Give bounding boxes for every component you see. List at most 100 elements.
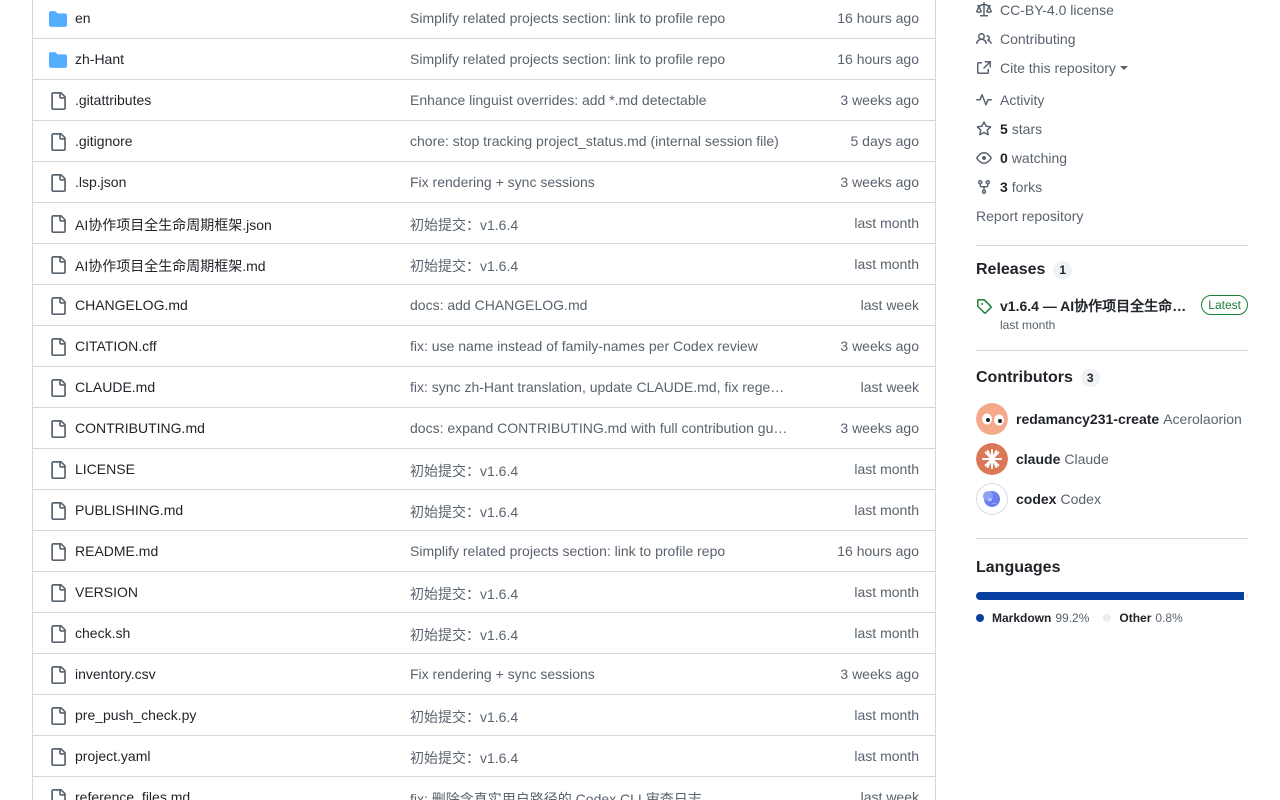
avatar[interactable] [976,443,1008,475]
file-name[interactable]: CHANGELOG.md [75,297,188,313]
releases-title: Releases [976,261,1046,278]
avatar[interactable]: >_ [976,483,1008,515]
file-row[interactable]: VERSION 初始提交：v1.6.4 last month [33,572,935,613]
report-label: Report repository [976,208,1084,224]
commit-message[interactable]: chore: stop tracking project_status.md (… [410,133,804,149]
commit-message[interactable]: 初始提交：v1.6.4 [410,625,804,645]
file-name[interactable]: CONTRIBUTING.md [75,420,205,436]
file-row[interactable]: PUBLISHING.md 初始提交：v1.6.4 last month [33,490,935,531]
commit-message[interactable]: fix: 删除含真实用户路径的 Codex CLI 审查日志 [410,789,804,800]
language-entry[interactable]: Other 0.8% [1103,611,1183,625]
commit-message[interactable]: 初始提交：v1.6.4 [410,461,804,481]
report-repository-link[interactable]: Report repository [976,206,1083,226]
file-name[interactable]: AI协作项目全生命周期框架.json [75,215,272,235]
forks-label: forks [1011,179,1043,195]
language-name: Markdown [992,611,1052,625]
file-icon [51,256,66,274]
file-name[interactable]: AI协作项目全生命周期框架.md [75,256,266,276]
forks-link[interactable]: 3 forks [976,177,1042,197]
commit-message[interactable]: docs: add CHANGELOG.md [410,297,804,313]
file-row[interactable]: CONTRIBUTING.md docs: expand CONTRIBUTIN… [33,408,935,449]
commit-message[interactable]: 初始提交：v1.6.4 [410,215,804,235]
file-table: en Simplify related projects section: li… [32,0,936,800]
folder-icon [49,11,67,27]
file-name[interactable]: CITATION.cff [75,338,157,354]
language-entry[interactable]: Markdown 99.2% [976,611,1089,625]
file-row[interactable]: en Simplify related projects section: li… [33,0,935,39]
file-icon [51,338,66,356]
file-name[interactable]: check.sh [75,625,130,641]
contributor-item[interactable]: >_ codex Codex [976,483,1248,515]
contributor-login[interactable]: redamancy231-create [1016,411,1159,427]
commit-message[interactable]: Fix rendering + sync sessions [410,174,804,190]
file-row[interactable]: CHANGELOG.md docs: add CHANGELOG.md last… [33,285,935,326]
commit-message[interactable]: 初始提交：v1.6.4 [410,502,804,522]
file-icon [51,666,66,684]
eye-icon [976,152,992,164]
contributor-login[interactable]: claude [1016,451,1060,467]
commit-message[interactable]: Fix rendering + sync sessions [410,666,804,682]
file-name[interactable]: project.yaml [75,748,150,764]
file-name[interactable]: zh-Hant [75,51,124,67]
stars-count: 5 [1000,121,1008,137]
commit-message[interactable]: 初始提交：v1.6.4 [410,748,804,768]
commit-message[interactable]: Simplify related projects section: link … [410,51,804,67]
commit-message[interactable]: 初始提交：v1.6.4 [410,707,804,727]
file-name[interactable]: inventory.csv [75,666,156,682]
stars-link[interactable]: 5 stars [976,119,1042,139]
commit-message[interactable]: fix: sync zh-Hant translation, update CL… [410,379,804,395]
releases-heading[interactable]: Releases 1 [976,261,1073,279]
avatar[interactable] [976,403,1008,435]
file-row[interactable]: check.sh 初始提交：v1.6.4 last month [33,613,935,654]
file-row[interactable]: pre_push_check.py 初始提交：v1.6.4 last month [33,695,935,736]
file-row[interactable]: .gitattributes Enhance linguist override… [33,80,935,121]
file-icon [51,584,66,602]
contributor-item[interactable]: redamancy231-create Acerolaorion [976,403,1248,435]
file-name[interactable]: en [75,10,91,26]
cite-repository-button[interactable]: Cite this repository [976,58,1128,78]
contributors-heading[interactable]: Contributors 3 [976,369,1100,387]
file-name[interactable]: pre_push_check.py [75,707,196,723]
commit-time: 16 hours ago [837,543,919,559]
activity-link[interactable]: Activity [976,90,1044,110]
stars-label: stars [1011,121,1043,137]
file-row[interactable]: project.yaml 初始提交：v1.6.4 last month [33,736,935,777]
file-name[interactable]: reference_files.md [75,789,190,800]
commit-message[interactable]: fix: use name instead of family-names pe… [410,338,804,354]
commit-message[interactable]: Enhance linguist overrides: add *.md det… [410,92,804,108]
file-row[interactable]: README.md Simplify related projects sect… [33,531,935,572]
release-name[interactable]: v1.6.4 — AI协作项目全生命周期框架 [1000,296,1188,316]
file-row[interactable]: zh-Hant Simplify related projects sectio… [33,39,935,80]
file-name[interactable]: .gitattributes [75,92,151,108]
avatar-face-image [976,403,1008,435]
file-name[interactable]: README.md [75,543,158,559]
contributor-login[interactable]: codex [1016,491,1056,507]
commit-message[interactable]: 初始提交：v1.6.4 [410,584,804,604]
commit-message[interactable]: Simplify related projects section: link … [410,10,804,26]
file-name[interactable]: VERSION [75,584,138,600]
contributor-item[interactable]: claude Claude [976,443,1248,475]
file-name[interactable]: .lsp.json [75,174,126,190]
file-row[interactable]: CITATION.cff fix: use name instead of fa… [33,326,935,367]
file-name[interactable]: LICENSE [75,461,135,477]
watching-link[interactable]: 0 watching [976,148,1067,168]
file-row[interactable]: .lsp.json Fix rendering + sync sessions … [33,162,935,203]
file-row[interactable]: inventory.csv Fix rendering + sync sessi… [33,654,935,695]
file-name[interactable]: .gitignore [75,133,133,149]
commit-message[interactable]: Simplify related projects section: link … [410,543,804,559]
file-row[interactable]: .gitignore chore: stop tracking project_… [33,121,935,162]
commit-time: 3 weeks ago [840,420,919,436]
file-row[interactable]: AI协作项目全生命周期框架.md 初始提交：v1.6.4 last month [33,244,935,285]
file-row[interactable]: CLAUDE.md fix: sync zh-Hant translation,… [33,367,935,408]
file-row[interactable]: reference_files.md fix: 删除含真实用户路径的 Codex… [33,777,935,800]
license-link[interactable]: CC-BY-4.0 license [976,0,1114,20]
commit-message[interactable]: 初始提交：v1.6.4 [410,256,804,276]
commit-time: 3 weeks ago [840,92,919,108]
file-row[interactable]: AI协作项目全生命周期框架.json 初始提交：v1.6.4 last mont… [33,203,935,244]
contributing-link[interactable]: Contributing [976,29,1076,49]
commit-message[interactable]: docs: expand CONTRIBUTING.md with full c… [410,420,804,436]
file-name[interactable]: PUBLISHING.md [75,502,183,518]
file-name[interactable]: CLAUDE.md [75,379,155,395]
tag-icon [977,299,992,314]
file-row[interactable]: LICENSE 初始提交：v1.6.4 last month [33,449,935,490]
